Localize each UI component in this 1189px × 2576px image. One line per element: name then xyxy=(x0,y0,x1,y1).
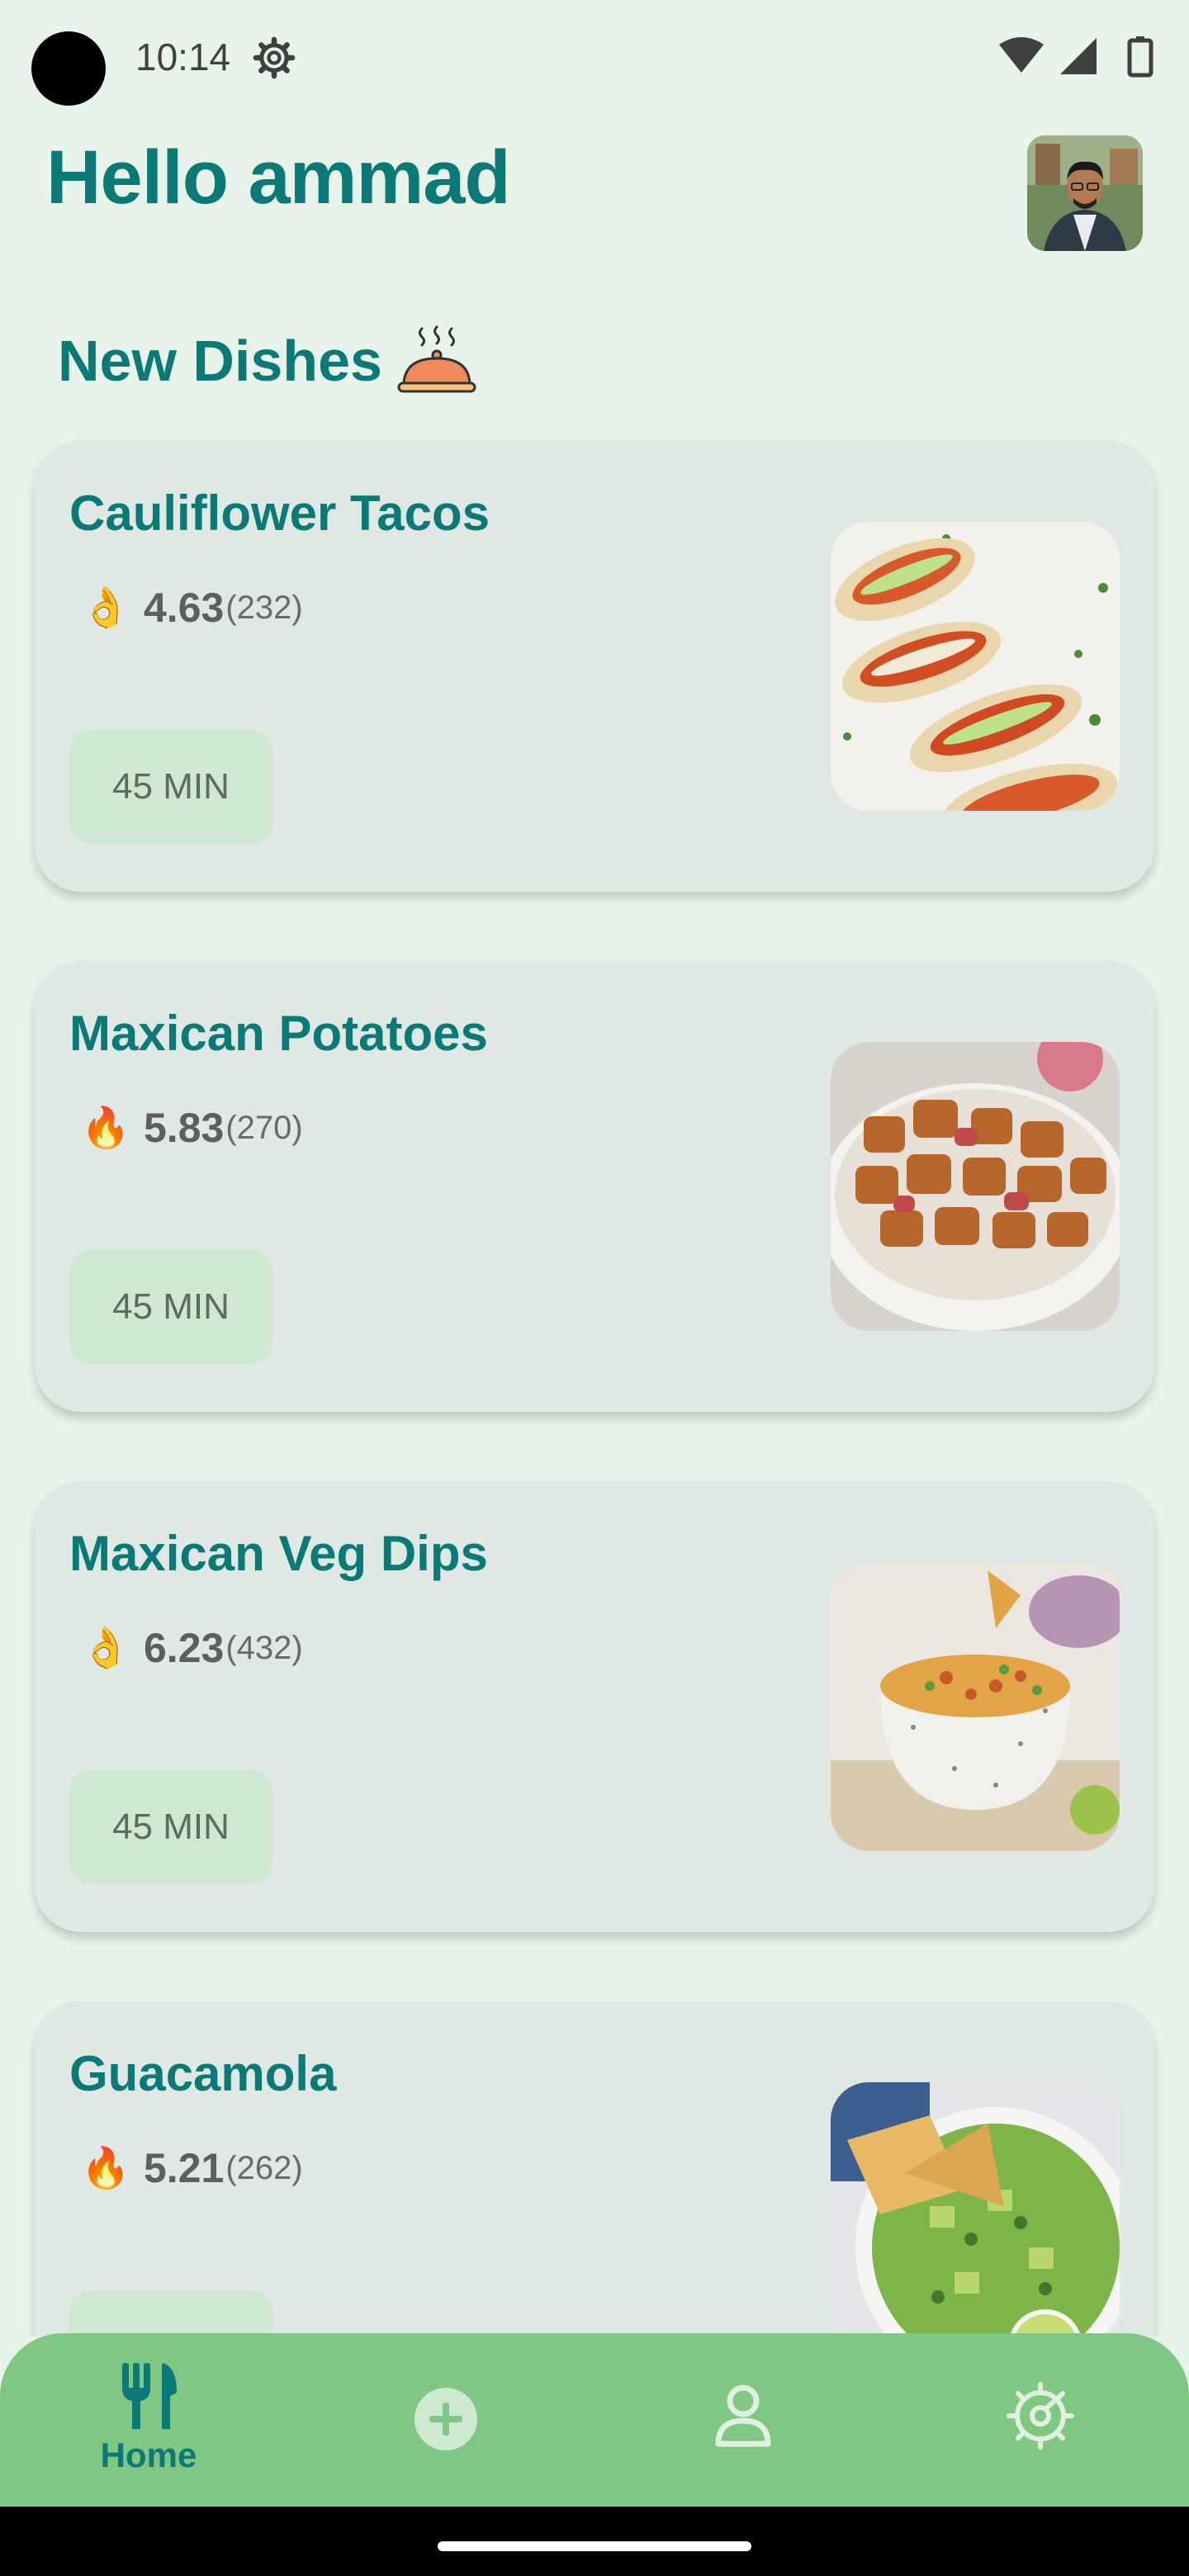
fork-knife-icon xyxy=(122,2363,177,2429)
dish-card[interactable]: Cauliflower Tacos 👌 4.63 (232) 45 MIN xyxy=(35,441,1154,892)
cook-time-chip: 45 MIN xyxy=(69,2290,272,2337)
app-screen: 10:14 Hello ammad New Dishes Cauliflower… xyxy=(0,0,1189,2576)
home-indicator[interactable] xyxy=(438,2541,751,2551)
rating-count: (262) xyxy=(225,2149,303,2186)
ok-hand-icon: 👌 xyxy=(81,1625,130,1671)
dish-name: Cauliflower Tacos xyxy=(69,485,490,541)
bottom-navigation: Home xyxy=(0,2333,1189,2507)
dish-name: Maxican Veg Dips xyxy=(69,1526,488,1581)
system-navigation-bar xyxy=(0,2507,1189,2576)
dish-card[interactable]: Guacamola 🔥 5.21 (262) 45 MIN xyxy=(35,2001,1154,2337)
cook-time-chip: 45 MIN xyxy=(69,730,272,844)
nav-add[interactable] xyxy=(396,2333,495,2507)
cook-time-chip: 45 MIN xyxy=(69,1250,272,1364)
rating-count: (432) xyxy=(225,1629,303,1666)
rating-value: 4.63 xyxy=(144,585,225,631)
dish-list: Cauliflower Tacos 👌 4.63 (232) 45 MIN Ma… xyxy=(0,0,1189,2337)
add-circle-icon xyxy=(414,2388,477,2451)
dish-rating: 👌 6.23 (432) xyxy=(81,1622,303,1674)
rating-count: (270) xyxy=(225,1109,303,1146)
dish-name: Guacamola xyxy=(69,2046,337,2101)
dish-card[interactable]: Maxican Veg Dips 👌 6.23 (432) 45 MIN xyxy=(35,1481,1154,1932)
ok-hand-icon: 👌 xyxy=(81,585,130,631)
nav-profile[interactable] xyxy=(694,2333,793,2507)
dish-card[interactable]: Maxican Potatoes 🔥 5.83 (270) 45 MIN xyxy=(35,961,1154,1412)
rating-count: (232) xyxy=(225,589,303,626)
fire-icon: 🔥 xyxy=(81,1105,130,1151)
dish-name: Maxican Potatoes xyxy=(69,1006,488,1061)
dish-rating: 👌 4.63 (232) xyxy=(81,581,303,634)
dish-image xyxy=(831,1042,1120,1331)
dish-image xyxy=(831,522,1120,811)
dish-rating: 🔥 5.83 (270) xyxy=(81,1101,303,1154)
rating-value: 5.83 xyxy=(144,1105,225,1151)
settings-icon xyxy=(1007,2382,1074,2450)
dish-image xyxy=(831,1562,1120,1851)
nav-home[interactable]: Home xyxy=(83,2333,215,2507)
nav-home-label: Home xyxy=(100,2436,197,2474)
rating-value: 5.21 xyxy=(144,2145,225,2191)
profile-icon xyxy=(715,2384,771,2447)
fire-icon: 🔥 xyxy=(81,2145,130,2191)
dish-rating: 🔥 5.21 (262) xyxy=(81,2142,303,2195)
rating-value: 6.23 xyxy=(144,1625,225,1671)
nav-settings[interactable] xyxy=(991,2333,1090,2507)
cook-time-chip: 45 MIN xyxy=(69,1770,272,1884)
dish-image xyxy=(831,2082,1120,2337)
